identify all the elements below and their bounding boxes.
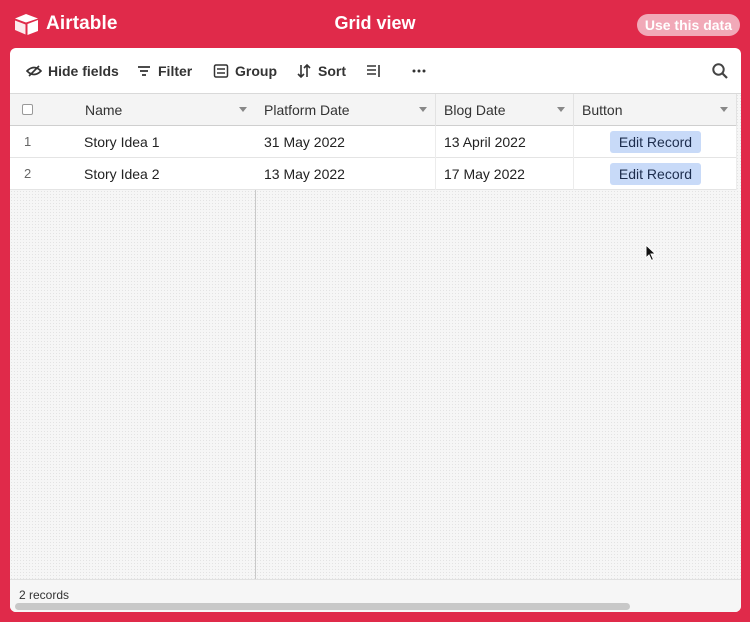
column-header-blog-date[interactable]: Blog Date (436, 94, 574, 126)
grid-panel: Hide fields Filter Group Sort Name Platf… (10, 48, 741, 612)
record-count: 2 records (19, 588, 70, 602)
horizontal-scrollbar[interactable] (15, 603, 630, 610)
cell-name[interactable]: Story Idea 2 (75, 158, 255, 190)
cell-blog-date[interactable]: 17 May 2022 (436, 158, 574, 190)
search-icon[interactable] (711, 62, 729, 80)
column-header-platform-date-label: Platform Date (264, 102, 350, 118)
hide-fields-icon (26, 65, 42, 77)
column-header-name[interactable]: Name (75, 94, 255, 126)
grid-footer: 2 records (10, 579, 741, 612)
grid-header-row: Name Platform Date Blog Date Button (10, 94, 737, 126)
edit-record-button[interactable]: Edit Record (610, 163, 701, 185)
cell-platform-date[interactable]: 13 May 2022 (256, 158, 436, 190)
column-menu-caret-icon[interactable] (557, 107, 565, 112)
cell-platform-date[interactable]: 31 May 2022 (256, 126, 436, 158)
header-select-all (10, 94, 75, 126)
mouse-cursor-icon (645, 244, 657, 262)
airtable-logo-icon (15, 14, 38, 35)
filter-icon (138, 66, 150, 76)
table-row[interactable]: 1 Story Idea 1 31 May 2022 13 April 2022… (10, 126, 737, 158)
column-header-button-label: Button (582, 102, 623, 118)
top-bar: Airtable Grid view Use this data (0, 0, 750, 48)
airtable-logo[interactable]: Airtable (14, 12, 118, 36)
cell-name[interactable]: Story Idea 1 (75, 126, 255, 158)
group-label: Group (235, 63, 277, 79)
more-icon (412, 69, 426, 73)
row-height-icon (367, 65, 380, 77)
grid-area: Name Platform Date Blog Date Button 1 St… (10, 94, 741, 612)
sort-label: Sort (318, 63, 346, 79)
table-row[interactable]: 2 Story Idea 2 13 May 2022 17 May 2022 E… (10, 158, 737, 190)
column-header-blog-date-label: Blog Date (444, 102, 506, 118)
hide-fields-label: Hide fields (48, 63, 119, 79)
cell-blog-date[interactable]: 13 April 2022 (436, 126, 574, 158)
column-menu-caret-icon[interactable] (720, 107, 728, 112)
row-number: 1 (24, 134, 32, 149)
column-menu-caret-icon[interactable] (239, 107, 247, 112)
cell-button: Edit Record (574, 158, 737, 190)
view-toolbar: Hide fields Filter Group Sort (10, 48, 741, 94)
edit-record-button[interactable]: Edit Record (610, 131, 701, 153)
sort-icon (297, 63, 311, 79)
group-icon (213, 64, 229, 78)
use-this-data-button[interactable]: Use this data (636, 14, 740, 36)
filter-button[interactable]: Filter (128, 57, 200, 85)
filter-label: Filter (158, 63, 193, 79)
column-header-name-label: Name (85, 102, 123, 118)
row-height-button[interactable] (358, 57, 396, 85)
more-options-button[interactable] (403, 57, 441, 85)
select-all-checkbox[interactable] (22, 104, 33, 115)
hide-fields-button[interactable]: Hide fields (18, 57, 127, 85)
cell-button: Edit Record (574, 126, 737, 158)
group-button[interactable]: Group (205, 57, 285, 85)
column-menu-caret-icon[interactable] (419, 107, 427, 112)
column-header-platform-date[interactable]: Platform Date (256, 94, 436, 126)
column-header-button[interactable]: Button (574, 94, 737, 126)
row-number: 2 (24, 166, 32, 181)
sort-button[interactable]: Sort (288, 57, 354, 85)
app-name: Airtable (46, 13, 118, 34)
